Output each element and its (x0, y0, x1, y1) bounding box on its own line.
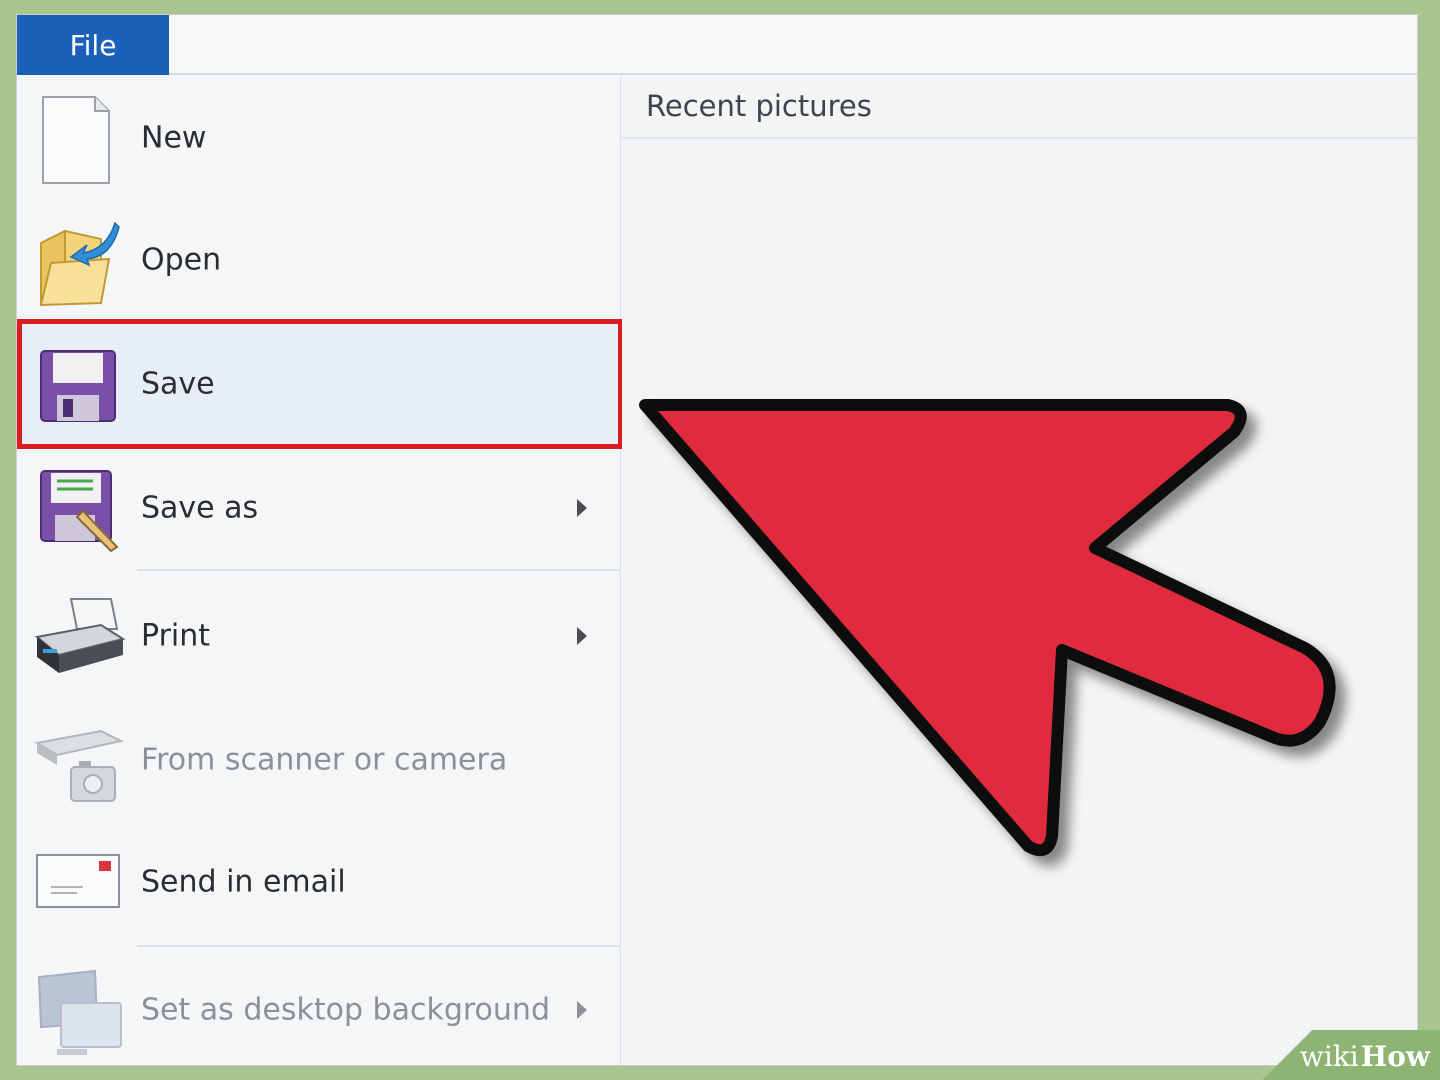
wikihow-watermark: wikiHow (1262, 1030, 1440, 1080)
arrow-shape (639, 399, 1336, 857)
red-arrow-annotation-icon (639, 399, 1336, 857)
wikihow-logo: wikiHow (1299, 1040, 1430, 1073)
